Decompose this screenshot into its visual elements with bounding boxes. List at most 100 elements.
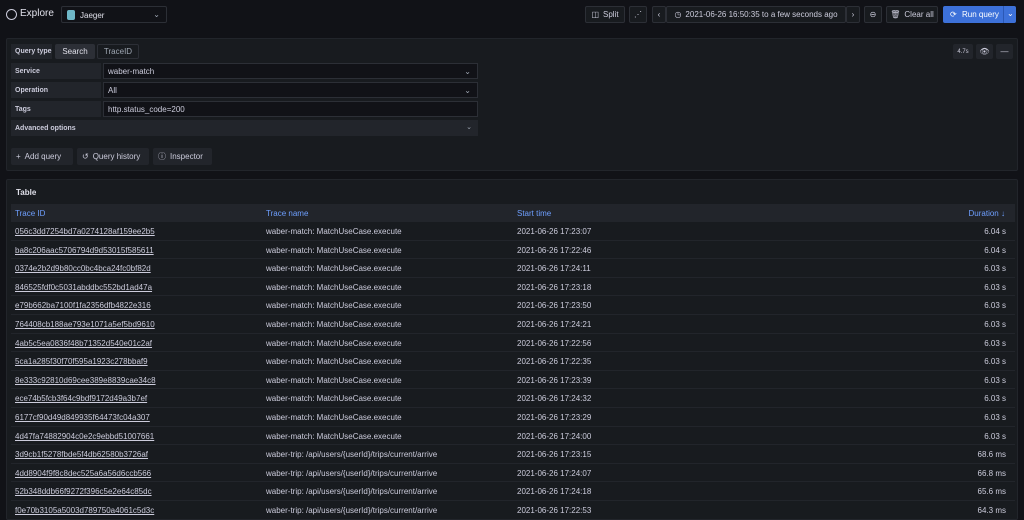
table-row[interactable]: 056c3dd7254bd7a0274128af159ee2b5 waber-ma… (11, 222, 1015, 241)
chevron-down-icon: ⌄ (466, 124, 472, 131)
trace-id-link[interactable]: 52b348ddb66f9272f396c5e2e64c85dc (15, 487, 152, 496)
trace-id-link[interactable]: f0e70b3105a5003d789750a4061c5d3c (15, 506, 154, 515)
sort-desc-icon: ↓ (1001, 209, 1005, 218)
query-time-badge: 4.7s (953, 44, 973, 59)
service-label: Service (11, 63, 101, 79)
inspector-button[interactable]: ⓘ Inspector (153, 148, 212, 165)
column-duration-label: Duration (968, 209, 999, 218)
clear-all-label: Clear all (904, 10, 934, 19)
start-time-cell: 2021-06-26 17:24:11 (517, 264, 591, 274)
trace-name-cell: waber-match: MatchUseCase.execute (266, 320, 402, 329)
column-duration[interactable]: Duration ↓ (969, 209, 1005, 218)
table-row[interactable]: 6177cf90d49d849935f64473fc04a307 waber-ma… (11, 408, 1015, 427)
chevron-down-icon: ⌄ (153, 10, 160, 19)
clear-all-button[interactable]: 🗑 Clear all (886, 6, 938, 23)
duration-cell: 65.6 ms (977, 487, 1006, 497)
trace-name-cell: waber-match: MatchUseCase.execute (266, 394, 402, 404)
table-header: Trace ID Trace name Start time Duration … (11, 204, 1015, 222)
table-row[interactable]: 4d47fa74882904c0e2c9ebbd51007661 waber-ma… (11, 427, 1015, 446)
trace-name-cell: waber-match: MatchUseCase.execute (266, 245, 402, 255)
table-row[interactable]: ba8c206aac5706794d9d53015f585611 waber-ma… (11, 241, 1015, 260)
table-row[interactable]: 8e333c92810d69cee389e8839cae34c8 waber-ma… (11, 371, 1015, 390)
start-time-cell: 2021-06-26 17:22:35 (517, 357, 592, 367)
table-row[interactable]: f0e70b3105a5003d789750a4061c5d3c waber-tr… (11, 501, 1015, 519)
column-start-time[interactable]: Start time (517, 209, 551, 218)
time-back-button[interactable]: ‹ (652, 6, 666, 23)
service-value: waber-match (108, 66, 155, 76)
run-query-label: Run query (962, 10, 999, 19)
split-button[interactable]: ◫ Split (585, 6, 625, 23)
trace-id-link[interactable]: 846525fdf0c5031abddbc552bd1ad47a (15, 283, 152, 292)
query-type-label: Query type (11, 44, 52, 59)
time-forward-button[interactable]: › (846, 6, 860, 23)
eye-icon[interactable]: 👁 (976, 44, 993, 59)
tab-search[interactable]: Search (55, 44, 95, 59)
trace-id-link[interactable]: 764408cb188ae793e1071a5ef5bd9610 (15, 320, 155, 329)
add-query-button[interactable]: + Add query (11, 148, 73, 165)
top-bar: Explore Jaeger ⌄ ◫ Split ⋰ ‹ ◷ 2021-06-2… (0, 0, 1024, 30)
trace-name-cell: waber-match: MatchUseCase.execute (266, 431, 402, 441)
trace-id-link[interactable]: 056c3dd7254bd7a0274128af159ee2b5 (15, 227, 155, 236)
chevron-down-icon[interactable]: ⌄ (1007, 9, 1014, 18)
trace-id-link[interactable]: e79b662ba7100f1fa2356dfb4822e316 (15, 301, 151, 310)
query-history-label: Query history (92, 152, 141, 161)
trace-name-cell: waber-match: MatchUseCase.execute (266, 338, 402, 348)
duration-cell: 6.03 s (984, 375, 1006, 385)
start-time-cell: 2021-06-26 17:23:29 (517, 413, 592, 422)
tab-traceid[interactable]: TraceID (97, 44, 139, 59)
datasource-picker[interactable]: Jaeger ⌄ (61, 6, 167, 23)
trace-id-link[interactable]: 3d9cb1f5278fbde5f4db62580b3726af (15, 450, 148, 459)
table-row[interactable]: 52b348ddb66f9272f396c5e2e64c85dc waber-tr… (11, 482, 1015, 501)
advanced-options-label: Advanced options (15, 124, 76, 132)
start-time-cell: 2021-06-26 17:23:15 (517, 450, 592, 460)
table-row[interactable]: ece74b5fcb3f64c9bdf9172d49a3b7ef waber-ma… (11, 389, 1015, 408)
add-query-label: Add query (24, 152, 62, 161)
table-row[interactable]: e79b662ba7100f1fa2356dfb4822e316 waber-ma… (11, 296, 1015, 315)
service-select[interactable]: waber-match ⌄ (103, 63, 478, 79)
table-row[interactable]: 0374e2b2d9b80cc0bc4bca24fc0bf82d waber-ma… (11, 259, 1015, 278)
zoom-out-button[interactable]: ⊖ (864, 6, 882, 23)
time-range-picker[interactable]: ◷ 2021-06-26 16:50:35 to a few seconds a… (666, 6, 846, 23)
divider (1003, 6, 1004, 23)
duration-cell: 64.3 ms (977, 506, 1006, 515)
trace-name-cell: waber-match: MatchUseCase.execute (266, 357, 402, 367)
table-row[interactable]: 4ab5c5ea0836f48b71352d540e01c2af waber-ma… (11, 334, 1015, 353)
chevron-left-icon: ‹ (657, 10, 661, 19)
advanced-options-toggle[interactable]: Advanced options ⌄ (11, 120, 478, 136)
time-range-label: 2021-06-26 16:50:35 to a few seconds ago (685, 10, 838, 19)
column-trace-id[interactable]: Trace ID (15, 209, 45, 218)
collapse-icon[interactable]: — (996, 44, 1013, 59)
table-panel: Table Trace ID Trace name Start time Dur… (6, 179, 1018, 520)
trace-name-cell: waber-match: MatchUseCase.execute (266, 375, 402, 385)
trace-id-link[interactable]: 8e333c92810d69cee389e8839cae34c8 (15, 376, 156, 385)
trace-id-link[interactable]: 4dd8904f9f8c8dec525a6a56d6ccb566 (15, 469, 151, 478)
operation-select[interactable]: All ⌄ (103, 82, 478, 98)
trace-id-link[interactable]: ba8c206aac5706794d9d53015f585611 (15, 246, 154, 255)
run-query-button[interactable]: ⟳ Run query ⌄ (943, 6, 1016, 23)
trace-id-link[interactable]: 5ca1a285f30f70f595a1923c278bbaf9 (15, 357, 148, 366)
table-row[interactable]: 5ca1a285f30f70f595a1923c278bbaf9 waber-ma… (11, 352, 1015, 371)
share-button[interactable]: ⋰ (629, 6, 647, 23)
table-row[interactable]: 4dd8904f9f8c8dec525a6a56d6ccb566 waber-tr… (11, 464, 1015, 483)
column-trace-name[interactable]: Trace name (266, 209, 308, 218)
operation-value: All (108, 85, 117, 95)
table-row[interactable]: 846525fdf0c5031abddbc552bd1ad47a waber-ma… (11, 278, 1015, 297)
table-row[interactable]: 3d9cb1f5278fbde5f4db62580b3726af waber-tr… (11, 445, 1015, 464)
duration-cell: 6.04 s (984, 245, 1006, 255)
trace-name-cell: waber-trip: /api/users/{userId}/trips/cu… (266, 506, 438, 515)
trace-id-link[interactable]: 4d47fa74882904c0e2c9ebbd51007661 (15, 432, 154, 441)
query-history-button[interactable]: ↺ Query history (77, 148, 149, 165)
trace-id-link[interactable]: ece74b5fcb3f64c9bdf9172d49a3b7ef (15, 394, 147, 403)
trace-id-link[interactable]: 4ab5c5ea0836f48b71352d540e01c2af (15, 339, 152, 348)
trace-name-cell: waber-trip: /api/users/{userId}/trips/cu… (266, 487, 438, 497)
duration-cell: 6.03 s (984, 413, 1006, 422)
trash-icon: 🗑 (890, 10, 901, 19)
trace-id-link[interactable]: 0374e2b2d9b80cc0bc4bca24fc0bf82d (15, 264, 151, 273)
split-label: Split (603, 10, 619, 19)
chevron-down-icon: ⌄ (464, 67, 471, 76)
jaeger-icon (67, 10, 75, 20)
tags-input[interactable]: http.status_code=200 (103, 101, 478, 117)
table-row[interactable]: 764408cb188ae793e1071a5ef5bd9610 waber-ma… (11, 315, 1015, 334)
start-time-cell: 2021-06-26 17:23:18 (517, 282, 592, 292)
trace-id-link[interactable]: 6177cf90d49d849935f64473fc04a307 (15, 413, 150, 422)
